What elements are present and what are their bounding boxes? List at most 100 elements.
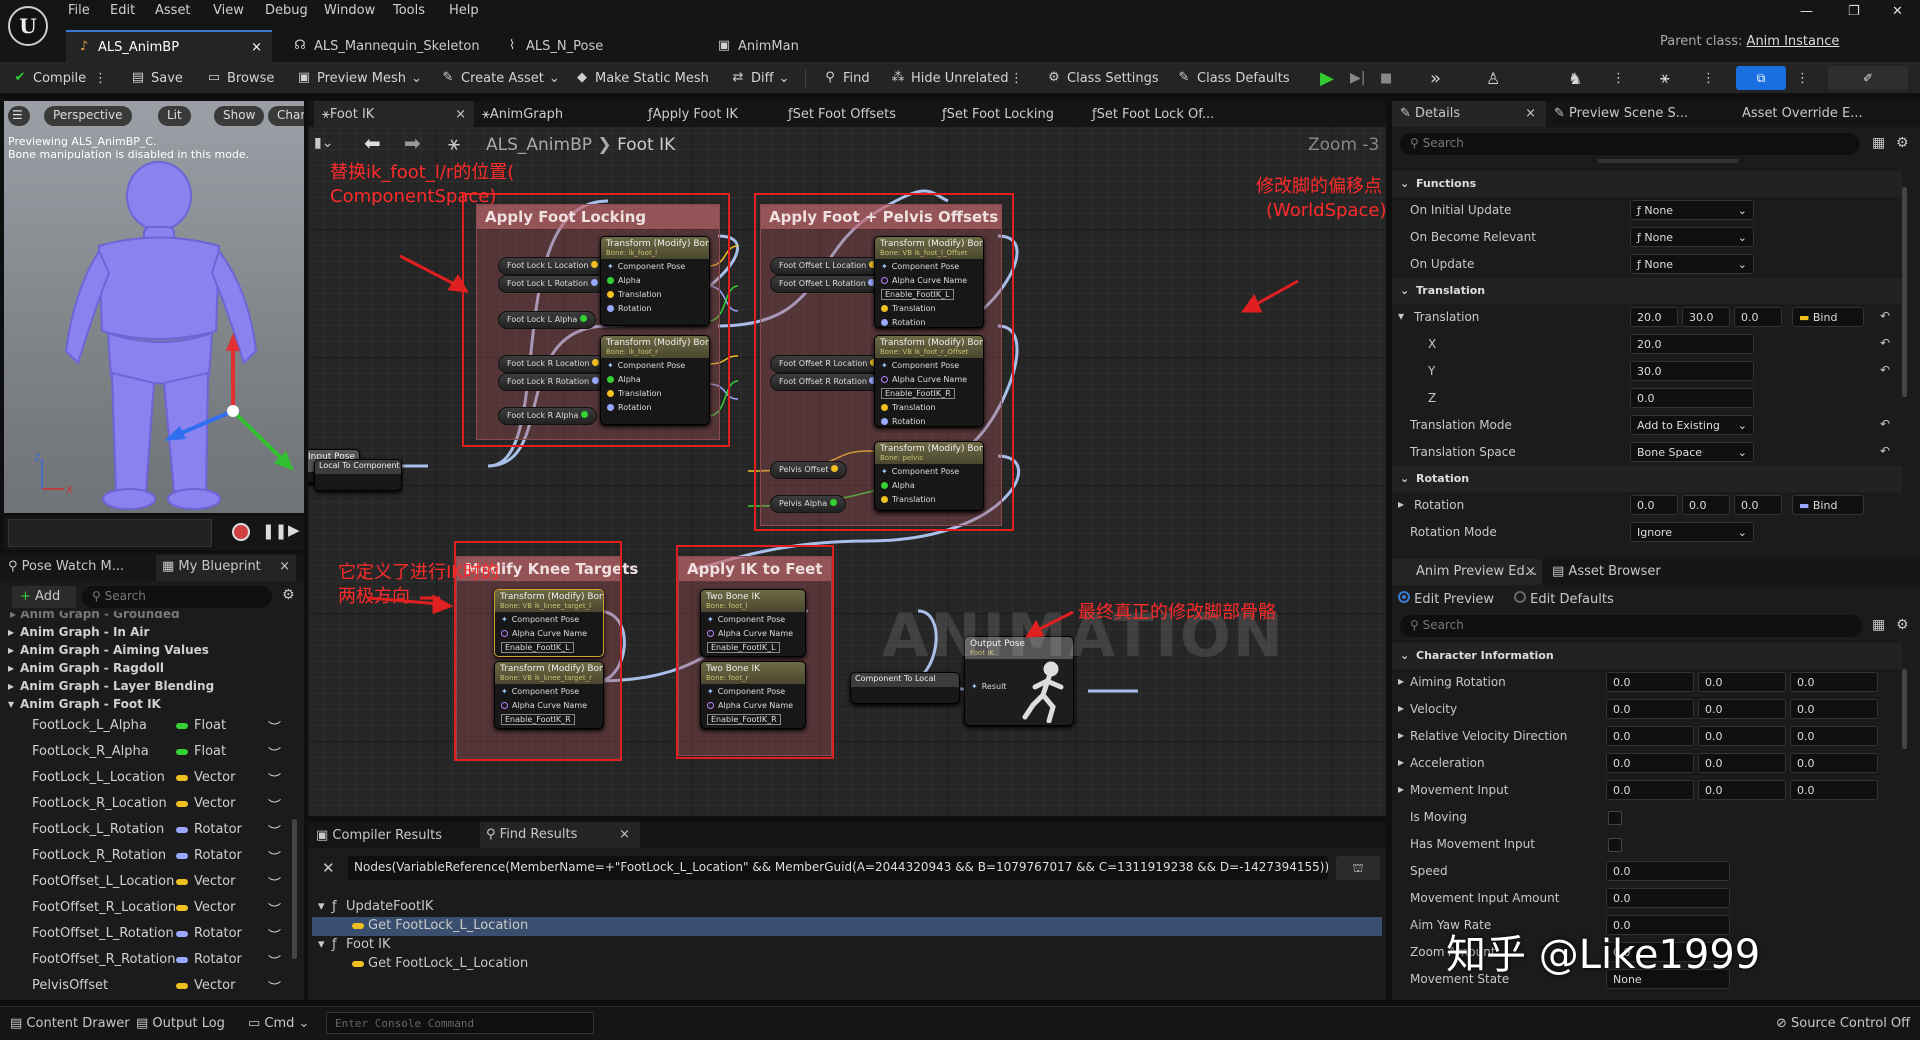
chevron-down-icon[interactable]: ▾ <box>1398 309 1404 323</box>
translation-x-field[interactable]: 20.0 <box>1630 307 1678 327</box>
tab-details[interactable]: ✎ Details × <box>1392 101 1546 127</box>
result-row[interactable]: Get FootLock_L_Location <box>312 917 1382 936</box>
value-field[interactable]: 0.0 <box>1606 888 1730 908</box>
tab-find-results[interactable]: ⚲ Find Results × <box>480 822 640 848</box>
eye-icon[interactable]: ︶ <box>268 743 281 762</box>
record-icon[interactable] <box>232 523 250 541</box>
eye-icon[interactable]: ︶ <box>268 821 281 840</box>
eye-icon[interactable]: ︶ <box>268 717 281 736</box>
diff-button[interactable]: ⇄ Diff ⌄ <box>730 68 790 88</box>
save-button[interactable]: ▤ Save <box>130 68 183 88</box>
variable-row[interactable]: FootLock_R_Rotation Rotator ︶ <box>0 843 300 869</box>
value-field[interactable]: 0.0 <box>1606 726 1694 746</box>
chevron-right-icon[interactable]: ▸ <box>1398 782 1404 796</box>
browse-button[interactable]: ▭ Browse <box>206 68 275 88</box>
search-input[interactable]: ⚲ Search <box>82 586 272 608</box>
value-field[interactable]: 0.0 <box>1606 753 1694 773</box>
value-field[interactable]: 0.0 <box>1698 753 1786 773</box>
eye-icon[interactable]: ︶ <box>268 769 281 788</box>
chevron-right-icon[interactable]: ▸ <box>1398 701 1404 715</box>
value-field[interactable]: 0.0 <box>1790 780 1878 800</box>
parent-class-link[interactable]: Anim Instance <box>1747 34 1840 49</box>
timeline-scrub[interactable] <box>8 519 212 547</box>
rotation-mode-dropdown[interactable]: Ignore ⌄ <box>1630 522 1754 542</box>
physics-mode-icon[interactable]: ✐ <box>1828 66 1908 90</box>
class-defaults-button[interactable]: ✎ Class Defaults <box>1176 68 1290 88</box>
value-field[interactable]: 0.0 <box>1698 780 1786 800</box>
close-window-icon[interactable]: ✕ <box>1892 4 1903 19</box>
value-field[interactable]: 0.0 <box>1606 672 1694 692</box>
section-rotation[interactable]: ⌄ Rotation <box>1392 466 1902 492</box>
skip-forward-icon[interactable]: » <box>1430 68 1441 89</box>
menu-view[interactable]: View <box>213 3 244 18</box>
hide-unrelated-button[interactable]: ⁂ Hide Unrelated <box>890 68 1009 88</box>
create-asset-button[interactable]: ✎ Create Asset ⌄ <box>440 68 560 88</box>
eye-icon[interactable]: ︶ <box>268 951 281 970</box>
reset-icon[interactable]: ↶ <box>1880 336 1890 350</box>
gear-icon[interactable]: ⚙ <box>282 587 295 603</box>
animation-mode-icon[interactable]: ⚹ <box>1660 68 1670 88</box>
gear-icon[interactable]: ⚙ <box>1896 617 1909 633</box>
unreal-logo-icon[interactable]: U <box>8 6 48 46</box>
table-view-icon[interactable]: ▦ <box>1872 617 1885 633</box>
scrollbar[interactable] <box>1902 187 1907 397</box>
console-command-input[interactable]: Enter Console Command <box>326 1012 594 1034</box>
translation-space-dropdown[interactable]: Bone Space ⌄ <box>1630 442 1754 462</box>
reset-icon[interactable]: ↶ <box>1880 309 1890 323</box>
more-options-icon[interactable]: ⋮ <box>1796 68 1809 88</box>
value-field[interactable]: 0.0 <box>1790 753 1878 773</box>
tab-n-pose[interactable]: ⌇ ALS_N_Pose <box>494 30 694 62</box>
preview-viewport[interactable]: ☰ Perspective Lit Show Chara Previewing … <box>4 101 304 513</box>
variable-row[interactable]: FootLock_L_Rotation Rotator ︶ <box>0 817 300 843</box>
find-button[interactable]: ⚲ Find <box>822 68 869 88</box>
menu-debug[interactable]: Debug <box>265 3 308 18</box>
value-field[interactable]: 0.0 <box>1790 699 1878 719</box>
variable-row[interactable]: FootLock_R_Alpha Float ︶ <box>0 739 300 765</box>
eye-icon[interactable]: ︶ <box>268 795 281 814</box>
tab-preview-scene[interactable]: ✎ Preview Scene S... <box>1554 106 1688 121</box>
section-character-information[interactable]: ⌄ Character Information <box>1392 643 1902 669</box>
eye-icon[interactable]: ︶ <box>268 899 281 918</box>
chevron-right-icon[interactable]: ▸ <box>1398 497 1404 511</box>
close-icon[interactable]: × <box>619 827 630 842</box>
find-in-all-blueprints-icon[interactable]: ⛫ <box>1336 856 1380 880</box>
tab-asset-override[interactable]: Asset Override E... <box>1742 106 1863 121</box>
tab-my-blueprint[interactable]: ▦ My Blueprint × <box>156 555 296 581</box>
more-options-icon[interactable]: ⋮ <box>1010 68 1023 88</box>
bind-dropdown[interactable]: ▬ Bind <box>1792 307 1864 327</box>
tab-anim-preview-editor[interactable]: Anim Preview Ed... × <box>1392 559 1542 585</box>
value-field[interactable]: 0.0 <box>1698 699 1786 719</box>
category-row[interactable]: ▸ Anim Graph - Layer Blending <box>0 677 300 695</box>
variable-row[interactable]: FootOffset_L_Location Vector ︶ <box>0 869 300 895</box>
clear-search-icon[interactable]: ✕ <box>322 859 335 877</box>
skeleton-mode-icon[interactable]: ♞ <box>1568 68 1582 88</box>
bind-dropdown[interactable]: ▬ Bind <box>1792 495 1864 515</box>
variable-row[interactable]: FootLock_L_Alpha Float ︶ <box>0 713 300 739</box>
compile-options-icon[interactable]: ⋮ <box>94 68 107 88</box>
result-row[interactable]: ▾ ƒ Foot IK <box>312 936 1382 955</box>
value-field[interactable]: 0.0 <box>1698 672 1786 692</box>
close-icon[interactable]: × <box>251 40 262 55</box>
translation-mode-dropdown[interactable]: Add to Existing ⌄ <box>1630 415 1754 435</box>
value-field[interactable]: 0.0 <box>1698 726 1786 746</box>
content-drawer-button[interactable]: ▤ Content Drawer <box>10 1016 130 1031</box>
step-icon[interactable]: ▶| <box>1350 68 1365 88</box>
table-view-icon[interactable]: ▦ <box>1872 135 1885 151</box>
menu-window[interactable]: Window <box>324 3 375 18</box>
chevron-right-icon[interactable]: ▸ <box>1398 728 1404 742</box>
menu-tools[interactable]: Tools <box>393 3 425 18</box>
class-settings-button[interactable]: ⚙ Class Settings <box>1046 68 1158 88</box>
tab-asset-browser[interactable]: ▤ Asset Browser <box>1552 564 1661 579</box>
translation-z-field[interactable]: 0.0 <box>1734 307 1782 327</box>
more-options-icon[interactable]: ⋮ <box>1702 68 1715 88</box>
stop-icon[interactable]: ■ <box>1380 68 1392 88</box>
value-field[interactable]: 0.0 <box>1606 780 1694 800</box>
checkbox[interactable] <box>1608 811 1622 825</box>
close-icon[interactable]: × <box>1525 106 1536 121</box>
menu-file[interactable]: File <box>68 3 90 18</box>
translation-x-input[interactable]: 20.0 <box>1630 334 1754 354</box>
translation-y-input[interactable]: 30.0 <box>1630 361 1754 381</box>
tab-pose-watch[interactable]: ⚲ Pose Watch M... <box>8 559 124 574</box>
eye-icon[interactable]: ︶ <box>268 977 281 996</box>
blueprint-mode-icon[interactable]: ⧉ <box>1736 66 1786 90</box>
